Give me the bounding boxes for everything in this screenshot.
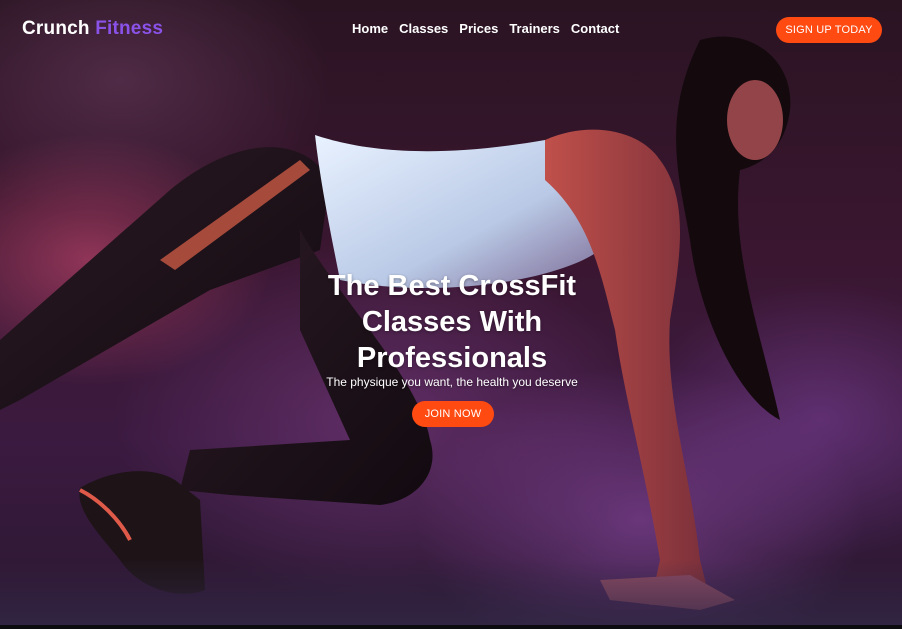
nav-contact[interactable]: Contact	[571, 21, 619, 36]
main-nav: Home Classes Prices Trainers Contact	[352, 21, 619, 36]
brand-logo[interactable]: Crunch Fitness	[22, 18, 163, 40]
brand-name: Crunch	[22, 18, 90, 39]
floor-shade	[0, 560, 902, 625]
nav-trainers[interactable]: Trainers	[509, 21, 560, 36]
brand-accent: Fitness	[95, 18, 164, 39]
page-bottom-edge	[0, 625, 902, 629]
hero-subtitle: The physique you want, the health you de…	[326, 375, 578, 389]
join-now-button[interactable]: JOIN NOW	[412, 401, 494, 427]
hero-section: Crunch Fitness Home Classes Prices Train…	[0, 0, 902, 625]
hero-title: The Best CrossFit Classes With Professio…	[327, 270, 577, 374]
nav-classes[interactable]: Classes	[399, 21, 448, 36]
nav-prices[interactable]: Prices	[459, 21, 498, 36]
sign-up-button[interactable]: SIGN UP TODAY	[776, 17, 882, 43]
nav-home[interactable]: Home	[352, 21, 388, 36]
